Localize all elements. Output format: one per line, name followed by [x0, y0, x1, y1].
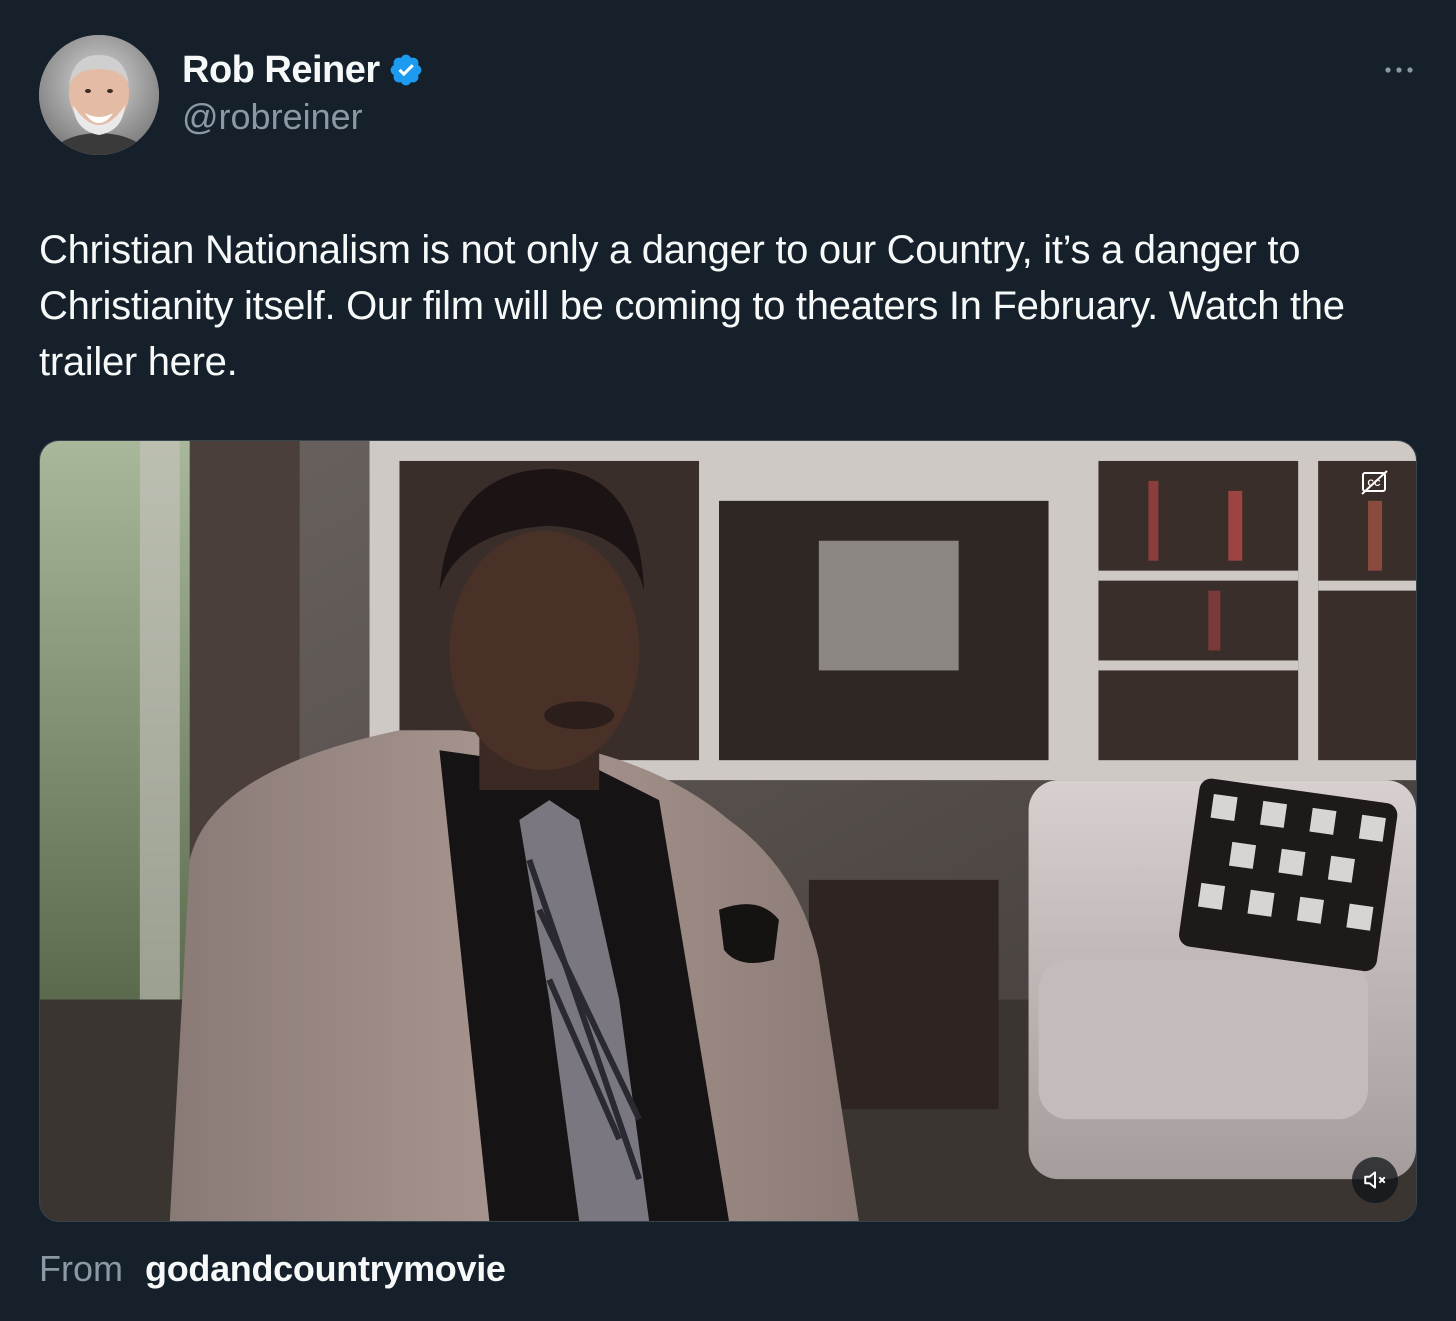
verified-badge-icon[interactable]: [388, 52, 424, 88]
name-row: Rob Reiner: [182, 48, 424, 92]
source-account-link[interactable]: godandcountrymovie: [145, 1248, 506, 1290]
author-display-name[interactable]: Rob Reiner: [182, 49, 380, 92]
video-source: From godandcountrymovie: [39, 1248, 506, 1290]
mute-button[interactable]: [1352, 1157, 1398, 1203]
author-info: Rob Reiner @robreiner: [182, 48, 424, 138]
more-horizontal-icon[interactable]: [1384, 58, 1414, 82]
tweet-text: Christian Nationalism is not only a dang…: [39, 228, 1345, 384]
author-handle[interactable]: @robreiner: [182, 96, 424, 138]
tweet-card: Rob Reiner @robreiner Christian National…: [0, 0, 1456, 1321]
author-avatar[interactable]: [39, 35, 159, 155]
captions-off-icon[interactable]: CC: [1360, 469, 1390, 497]
profile-photo: [39, 35, 159, 155]
video-player[interactable]: CC: [39, 440, 1417, 1222]
source-label: From: [39, 1248, 123, 1289]
volume-muted-icon: [1364, 1171, 1386, 1189]
video-frame: [40, 441, 1416, 1221]
